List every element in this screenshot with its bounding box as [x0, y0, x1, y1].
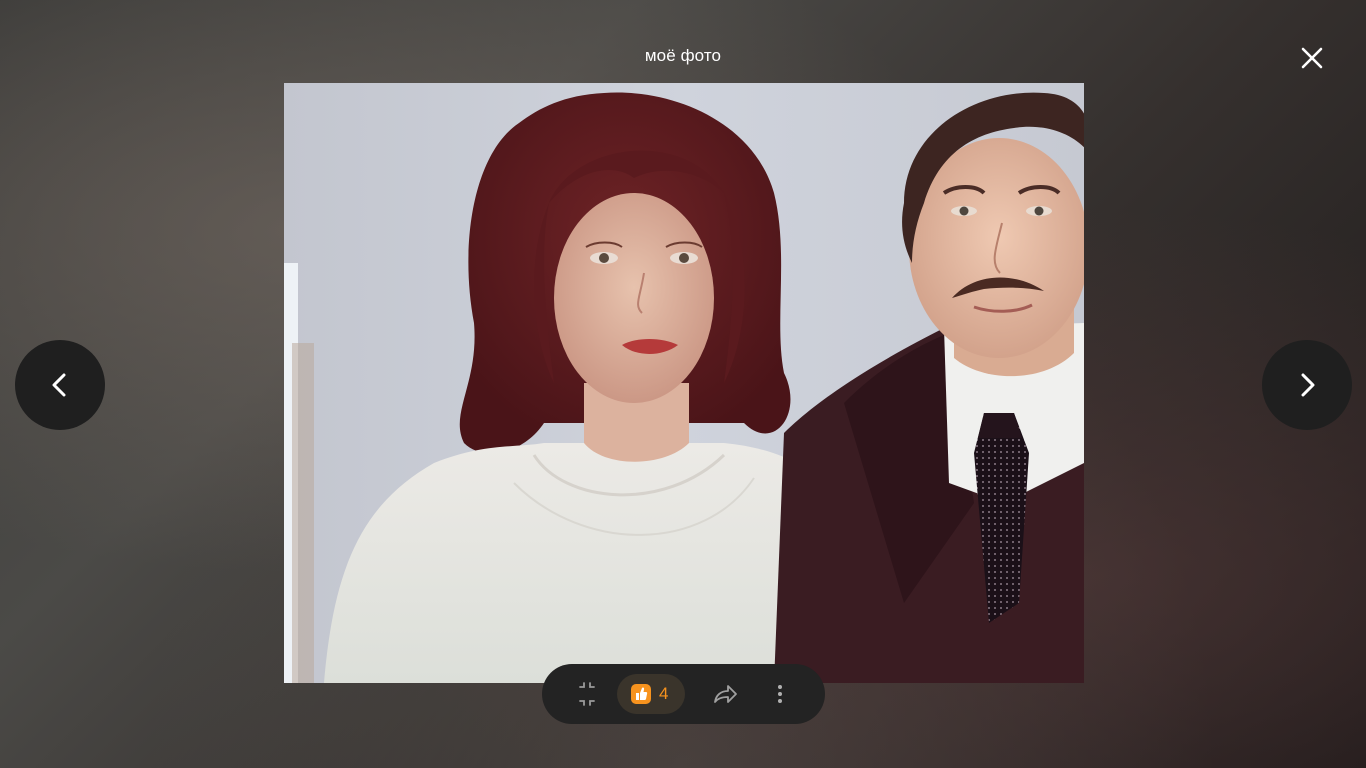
next-photo-button[interactable] — [1262, 340, 1352, 430]
close-button[interactable] — [1294, 40, 1330, 76]
photo-title: моё фото — [644, 46, 722, 65]
like-button[interactable]: 4 — [617, 674, 685, 714]
collapse-button[interactable] — [572, 674, 602, 714]
chevron-left-icon — [52, 373, 66, 397]
photo-viewer: моё фото 4 — [0, 0, 1366, 768]
thumbs-up-icon — [631, 684, 651, 704]
photo-image — [284, 83, 1084, 683]
photo[interactable] — [284, 83, 1084, 683]
share-button[interactable] — [710, 674, 740, 714]
more-vertical-icon — [778, 685, 782, 703]
share-icon — [714, 685, 737, 703]
collapse-icon — [579, 682, 595, 706]
like-count: 4 — [659, 684, 669, 703]
previous-photo-button[interactable] — [15, 340, 105, 430]
photo-toolbar: 4 — [542, 664, 825, 724]
chevron-right-icon — [1301, 373, 1315, 397]
more-options-button[interactable] — [767, 674, 793, 714]
close-icon — [1301, 47, 1323, 69]
